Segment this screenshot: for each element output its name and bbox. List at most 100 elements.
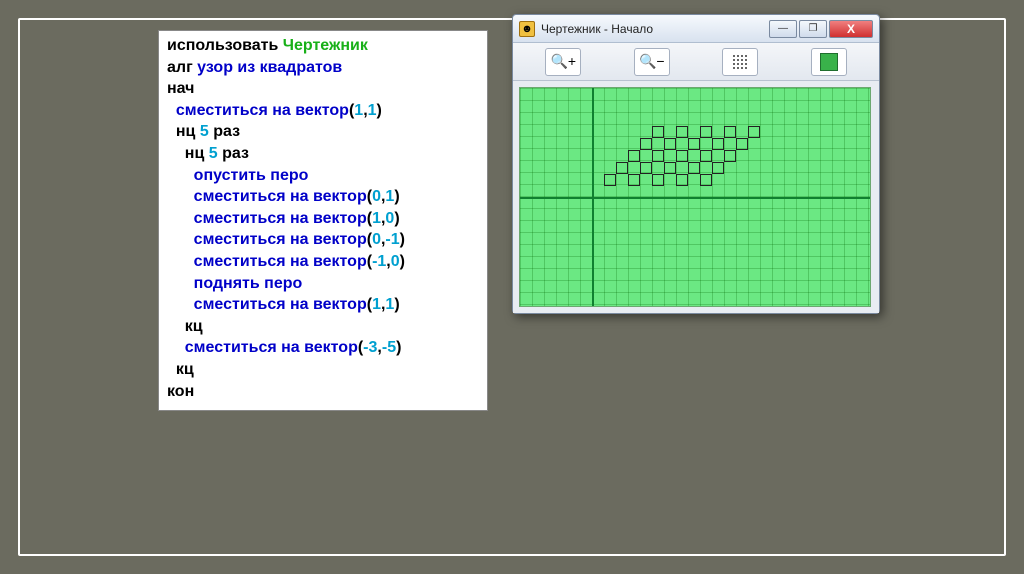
drawer-window: ☻ Чертежник - Начало — ❐ X 🔍+ 🔍−: [512, 14, 880, 314]
code-token: раз: [218, 145, 249, 162]
code-token: [167, 361, 176, 378]
zoom-out-button[interactable]: 🔍−: [634, 48, 670, 76]
drawn-square: [640, 162, 652, 174]
code-line: сместиться на вектор(1,1): [167, 100, 479, 122]
code-token: сместиться на вектор: [185, 339, 358, 356]
code-token: алг: [167, 59, 197, 76]
code-token: ): [400, 231, 405, 248]
code-token: [167, 296, 194, 313]
code-line: кон: [167, 381, 479, 403]
code-token: [167, 339, 185, 356]
app-icon: ☻: [519, 21, 535, 37]
drawn-square: [700, 174, 712, 186]
drawn-square: [676, 150, 688, 162]
grid-toggle-button[interactable]: [722, 48, 758, 76]
code-token: 0: [391, 253, 400, 270]
drawing-canvas[interactable]: [519, 87, 871, 307]
maximize-button[interactable]: ❐: [799, 20, 827, 38]
code-token: ): [396, 339, 401, 356]
code-token: ): [394, 188, 399, 205]
code-token: поднять перо: [194, 275, 303, 292]
code-token: ): [394, 210, 399, 227]
drawn-square: [676, 174, 688, 186]
code-token: нц: [176, 123, 200, 140]
code-line: сместиться на вектор(1,1): [167, 294, 479, 316]
drawn-square: [604, 174, 616, 186]
code-token: 1: [385, 296, 394, 313]
drawn-square: [724, 150, 736, 162]
code-line: использовать Чертежник: [167, 35, 479, 57]
code-line: нц 5 раз: [167, 143, 479, 165]
grid-icon: [732, 54, 748, 70]
code-token: нач: [167, 80, 194, 97]
code-token: [167, 123, 176, 140]
code-token: сместиться на вектор: [194, 253, 367, 270]
window-title: Чертежник - Начало: [541, 22, 769, 36]
code-token: сместиться на вектор: [194, 188, 367, 205]
code-token: сместиться на вектор: [176, 102, 349, 119]
drawn-square: [664, 138, 676, 150]
code-line: нц 5 раз: [167, 121, 479, 143]
code-token: 1: [368, 102, 377, 119]
code-token: узор из квадратов: [197, 59, 342, 76]
canvas-wrap: [513, 81, 879, 313]
code-line: опустить перо: [167, 165, 479, 187]
code-token: 5: [200, 123, 209, 140]
fill-button[interactable]: [811, 48, 847, 76]
close-button[interactable]: X: [829, 20, 873, 38]
drawn-square: [640, 138, 652, 150]
code-token: 0: [372, 231, 381, 248]
code-token: 0: [385, 210, 394, 227]
code-token: [167, 318, 185, 335]
code-token: [167, 231, 194, 248]
code-token: 1: [372, 210, 381, 227]
code-line: сместиться на вектор(-3,-5): [167, 337, 479, 359]
code-line: поднять перо: [167, 273, 479, 295]
code-token: -5: [382, 339, 396, 356]
zoom-in-icon: 🔍+: [550, 53, 576, 70]
code-token: -1: [385, 231, 399, 248]
code-token: [167, 275, 194, 292]
code-token: 0: [372, 188, 381, 205]
code-token: 1: [372, 296, 381, 313]
window-controls: — ❐ X: [769, 20, 873, 38]
code-token: нц: [185, 145, 209, 162]
code-line: сместиться на вектор(0,-1): [167, 229, 479, 251]
minimize-button[interactable]: —: [769, 20, 797, 38]
code-token: 1: [385, 188, 394, 205]
code-line: алг узор из квадратов: [167, 57, 479, 79]
drawn-square: [688, 138, 700, 150]
drawn-square: [712, 138, 724, 150]
code-line: сместиться на вектор(0,1): [167, 186, 479, 208]
drawn-square: [700, 126, 712, 138]
code-token: ): [400, 253, 405, 270]
drawn-square: [628, 150, 640, 162]
code-token: сместиться на вектор: [194, 231, 367, 248]
drawn-square: [652, 126, 664, 138]
toolbar: 🔍+ 🔍−: [513, 43, 879, 81]
code-token: [167, 167, 194, 184]
code-line: кц: [167, 359, 479, 381]
code-token: [167, 188, 194, 205]
x-axis: [520, 197, 870, 199]
y-axis: [592, 88, 594, 306]
code-line: сместиться на вектор(-1,0): [167, 251, 479, 273]
code-token: [167, 102, 176, 119]
code-token: опустить перо: [194, 167, 309, 184]
drawn-square: [676, 126, 688, 138]
code-listing: использовать Чертежникалг узор из квадра…: [158, 30, 488, 411]
drawn-square: [616, 162, 628, 174]
titlebar[interactable]: ☻ Чертежник - Начало — ❐ X: [513, 15, 879, 43]
zoom-in-button[interactable]: 🔍+: [545, 48, 581, 76]
code-token: [167, 210, 194, 227]
drawn-square: [652, 150, 664, 162]
code-line: кц: [167, 316, 479, 338]
drawn-square: [748, 126, 760, 138]
drawn-square: [712, 162, 724, 174]
code-token: использовать: [167, 37, 283, 54]
code-token: раз: [209, 123, 240, 140]
drawn-square: [700, 150, 712, 162]
code-token: кц: [185, 318, 203, 335]
code-token: Чертежник: [283, 37, 368, 54]
drawn-square: [664, 162, 676, 174]
